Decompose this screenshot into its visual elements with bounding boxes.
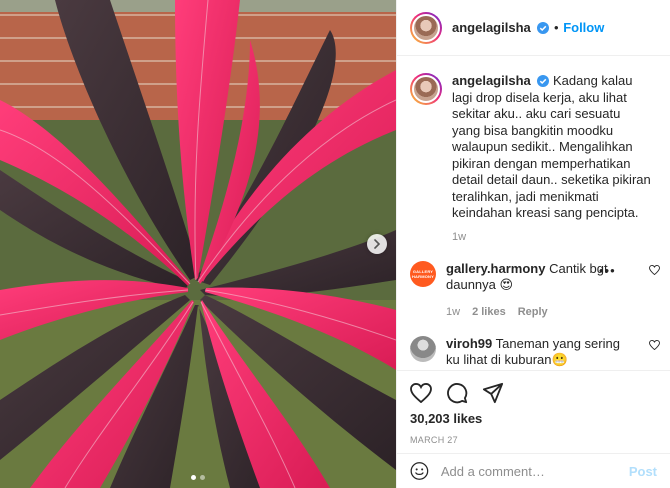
comments-section[interactable]: angelagilsha Kadang kalau lagi drop dise… [397,57,670,370]
comment-button[interactable] [446,382,468,404]
action-icons [410,371,657,411]
post-date[interactable]: MARCH 27 [410,435,657,445]
emoji-icon[interactable] [410,460,429,482]
post-side-panel: angelagilsha • Follow angelagilsha Kadan… [396,0,670,488]
comment-meta: 1w 2 likes Reply [446,306,621,318]
caption-text: Kadang kalau lagi drop disela kerja, aku… [452,73,651,220]
comment-options-icon[interactable]: ••• [599,263,616,278]
comment-item: GALLERY HARMONY gallery.harmony Cantik b… [397,260,670,318]
comment-body: viroh99 Taneman yang sering ku lihat di … [446,336,621,369]
author-avatar[interactable] [410,11,442,44]
post-comment-button[interactable]: Post [629,464,657,479]
verified-badge-icon [537,75,550,87]
photo-pagination [0,475,396,480]
paper-plane-icon [482,382,504,404]
caption-author-avatar[interactable] [410,73,442,105]
like-button[interactable] [410,383,432,403]
share-button[interactable] [482,382,504,404]
likes-count[interactable]: 30,203 likes [410,411,657,426]
separator-bullet: • [554,20,559,35]
comment-avatar[interactable] [410,335,436,362]
comment-avatar[interactable]: GALLERY HARMONY [410,260,436,287]
caption-author-username[interactable]: angelagilsha [452,73,531,88]
plant-photo-image [0,0,396,488]
caption-text-block: angelagilsha Kadang kalau lagi drop dise… [452,73,652,222]
comment-timestamp[interactable]: 1w [446,306,460,318]
instagram-post: angelagilsha • Follow angelagilsha Kadan… [0,0,670,488]
add-comment-input[interactable] [440,463,617,479]
heart-icon [410,383,432,403]
next-photo-button[interactable] [367,234,387,254]
comment-username[interactable]: gallery.harmony [446,261,545,276]
caption-timestamp[interactable]: 1w [452,231,652,243]
post-caption: angelagilsha Kadang kalau lagi drop dise… [397,57,670,243]
comment-icon [447,383,468,404]
comment-like-heart-icon[interactable] [649,264,660,275]
verified-badge-icon [537,22,550,34]
post-actions: 30,203 likes MARCH 27 [397,370,670,445]
comment-likes-count[interactable]: 2 likes [472,306,506,318]
post-photo[interactable] [0,0,396,488]
pagination-dot-2 [200,475,205,480]
comment-username[interactable]: viroh99 [446,336,492,351]
chevron-right-icon [374,239,381,249]
author-username[interactable]: angelagilsha [452,20,531,35]
comment-like-heart-icon[interactable] [649,339,660,350]
comment-body: gallery.harmony Cantik bgt daunnya 😍 [446,261,621,294]
follow-button[interactable]: Follow [563,20,604,35]
add-comment-bar: Post [397,453,670,488]
reply-button[interactable]: Reply [518,306,548,318]
comment-item: viroh99 Taneman yang sering ku lihat di … [397,335,670,369]
pagination-dot-1 [191,475,196,480]
post-header: angelagilsha • Follow [397,0,670,56]
